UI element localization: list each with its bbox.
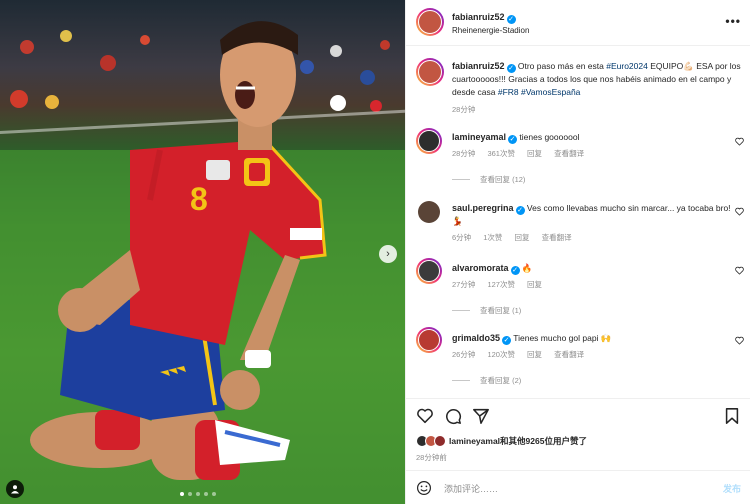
comment-likes[interactable]: 120次赞 [487, 350, 515, 359]
view-replies[interactable]: 查看回复 (1) [452, 305, 521, 316]
carousel-dot [212, 492, 216, 496]
comment-input[interactable]: 添加评论…… [444, 482, 498, 495]
comment-heart-icon[interactable] [735, 336, 744, 345]
verified-icon: ✓ [506, 64, 516, 73]
caption-avatar[interactable] [416, 58, 444, 86]
caption-username[interactable]: fabianruiz52 [452, 61, 505, 71]
carousel-dot [180, 492, 184, 496]
svg-text:8: 8 [190, 181, 208, 217]
comment-username[interactable]: alvaromorata [452, 263, 509, 273]
comment-item: grimaldo35 ✓ Tienes mucho gol papi 🙌 26分钟… [452, 332, 732, 361]
reply-button[interactable]: 回复 [527, 350, 542, 359]
hashtag-link[interactable]: #VamosEspaña [521, 87, 580, 97]
view-replies-label[interactable]: 查看回复 (1) [480, 305, 521, 316]
translate-button[interactable]: 查看翻译 [554, 149, 584, 158]
verified-icon: ✓ [508, 135, 518, 144]
comment-likes[interactable]: 1次赞 [483, 233, 502, 242]
caption-time: 28分钟 [452, 105, 476, 114]
reply-button[interactable]: 回复 [515, 233, 530, 242]
comment-heart-icon[interactable] [735, 266, 744, 275]
comment-item: alvaromorata ✓ 🔥 27分钟 127次赞 回复 [452, 262, 732, 291]
post-header: fabianruiz52 ✓ Rheinenergie-Stadion ••• [406, 0, 750, 46]
add-comment-bar: 添加评论…… 发布 [406, 470, 750, 504]
reply-button[interactable]: 回复 [527, 280, 542, 289]
post-time: 28分钟前 [416, 453, 447, 462]
verified-icon: ✓ [515, 206, 525, 215]
view-replies[interactable]: 查看回复 (2) [452, 375, 521, 386]
carousel-dot [204, 492, 208, 496]
post-caption: fabianruiz52 ✓ Otro paso más en esta #Eur… [452, 60, 742, 116]
comment-text: tienes gooooool [519, 132, 580, 142]
commenter-avatar[interactable] [416, 128, 442, 154]
verified-icon: ✓ [502, 336, 512, 345]
view-replies-label[interactable]: 查看回复 (2) [480, 375, 521, 386]
comment-text: Tienes mucho gol papi 🙌 [513, 333, 612, 343]
comment-time: 26分钟 [452, 350, 476, 359]
commenter-avatar[interactable] [416, 258, 442, 284]
verified-icon: ✓ [510, 266, 520, 275]
likes-summary[interactable]: lamineyamal和其他9265位用户赞了 [416, 435, 587, 447]
commenter-avatar[interactable] [418, 201, 440, 223]
commenter-avatar[interactable] [416, 327, 442, 353]
translate-button[interactable]: 查看翻译 [542, 233, 572, 242]
view-replies[interactable]: 查看回复 (12) [452, 174, 525, 185]
reply-button[interactable]: 回复 [527, 149, 542, 158]
comment-username[interactable]: lamineyamal [452, 132, 506, 142]
more-icon[interactable]: ••• [725, 14, 741, 28]
action-bar [406, 398, 750, 434]
comment-heart-icon[interactable] [735, 207, 744, 216]
comment-username[interactable]: saul.peregrina [452, 203, 514, 213]
author-line: fabianruiz52 ✓ [452, 12, 516, 24]
comment-text: 🔥 [521, 263, 533, 273]
author-username[interactable]: fabianruiz52 [452, 12, 505, 22]
location-link[interactable]: Rheinenergie-Stadion [452, 26, 529, 35]
carousel-dot [196, 492, 200, 496]
view-replies-label[interactable]: 查看回复 (12) [480, 174, 525, 185]
instagram-post: 8 › fabianruiz52 ✓ Rheinenergie-Stadion … [0, 0, 750, 504]
carousel-dots [180, 492, 216, 496]
player-illustration: 8 [0, 21, 405, 504]
liker-avatar [434, 435, 446, 447]
comment-heart-icon[interactable] [735, 137, 744, 146]
post-comment-button[interactable]: 发布 [723, 482, 741, 495]
comment-time: 27分钟 [452, 280, 476, 289]
verified-icon: ✓ [506, 15, 516, 24]
comment-time: 6分钟 [452, 233, 472, 242]
hashtag-link[interactable]: #Euro2024 [606, 61, 648, 71]
comment-item: saul.peregrina ✓ Ves como llevabas mucho … [452, 202, 732, 244]
next-arrow-icon[interactable]: › [379, 245, 397, 263]
comment-item: lamineyamal ✓ tienes gooooool 28分钟 361次赞 … [452, 131, 732, 160]
author-avatar[interactable] [416, 8, 444, 36]
translate-button[interactable]: 查看翻译 [554, 350, 584, 359]
hashtag-link[interactable]: #FR8 [498, 87, 519, 97]
caption-text: Otro paso más en esta [515, 61, 607, 71]
bookmark-icon[interactable] [723, 407, 741, 425]
tag-user-icon[interactable] [6, 480, 24, 498]
share-icon[interactable] [472, 407, 490, 425]
caption-text: EQUIPO [647, 61, 684, 71]
carousel-dot [188, 492, 192, 496]
muscle-emoji: 💪🏻 [683, 61, 694, 71]
emoji-icon[interactable] [416, 480, 432, 496]
heart-icon[interactable] [416, 407, 434, 425]
comment-likes[interactable]: 127次赞 [487, 280, 515, 289]
comment-icon[interactable] [444, 407, 462, 425]
liker-username[interactable]: lamineyamal [449, 436, 500, 446]
post-sidebar: fabianruiz52 ✓ Rheinenergie-Stadion ••• f… [405, 0, 750, 504]
comment-time: 28分钟 [452, 149, 476, 158]
comment-username[interactable]: grimaldo35 [452, 333, 500, 343]
post-image[interactable]: 8 › [0, 0, 405, 504]
likes-text: 和其他9265位用户赞了 [500, 436, 587, 446]
comment-likes[interactable]: 361次赞 [487, 149, 515, 158]
